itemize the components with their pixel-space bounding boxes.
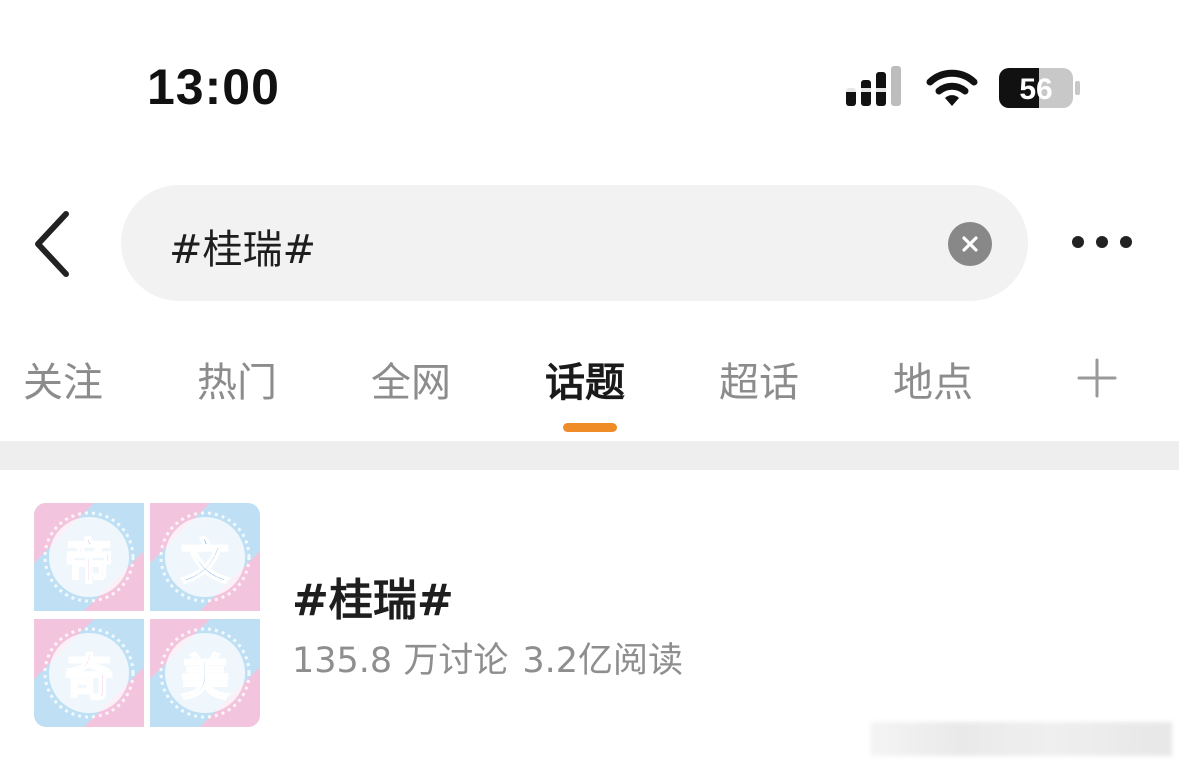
tab-places[interactable]: 地点 <box>893 350 973 408</box>
wifi-icon <box>926 69 978 106</box>
thumbnail-char: 帝 <box>64 533 114 591</box>
discussion-count: 135.8 万讨论 <box>292 641 509 681</box>
plus-icon <box>1077 358 1117 398</box>
more-icon <box>1072 236 1132 248</box>
topic-thumbnail: 帝 文 奇 美 <box>34 503 260 727</box>
signal-icon <box>846 66 901 106</box>
thumbnail-char: 美 <box>180 649 230 707</box>
topic-stats: 135.8 万讨论 3.2亿阅读 <box>292 632 683 683</box>
read-count: 3.2亿阅读 <box>522 641 683 681</box>
thumbnail-tile: 美 <box>150 619 260 727</box>
status-time: 13:00 <box>147 59 280 115</box>
thumbnail-tile: 奇 <box>34 619 144 727</box>
add-tab-button[interactable] <box>1077 358 1117 398</box>
blurred-watermark <box>870 722 1172 756</box>
tab-hot[interactable]: 热门 <box>197 350 277 408</box>
section-divider <box>0 441 1179 470</box>
search-input[interactable]: #桂瑞# <box>121 185 1028 301</box>
back-arrow-icon <box>35 211 69 277</box>
thumbnail-char: 奇 <box>64 649 114 707</box>
tab-topics[interactable]: 话题 <box>545 350 625 408</box>
thumbnail-tile: 文 <box>150 503 260 611</box>
topic-title: #桂瑞# <box>292 575 454 626</box>
clear-button[interactable] <box>948 222 992 266</box>
clear-icon <box>962 236 978 252</box>
tab-all[interactable]: 全网 <box>371 350 451 408</box>
more-button[interactable] <box>1068 232 1136 252</box>
topic-result-card[interactable]: 帝 文 奇 美 #桂瑞# 135.8 万讨论 3.2亿阅读 <box>0 470 1179 765</box>
thumbnail-char: 文 <box>180 533 230 591</box>
battery-icon: 56 <box>999 68 1080 108</box>
battery-level: 56 <box>1019 73 1052 106</box>
tab-super-topics[interactable]: 超话 <box>719 350 799 408</box>
tab-follow[interactable]: 关注 <box>23 350 103 408</box>
active-tab-indicator <box>563 423 617 432</box>
back-button[interactable] <box>28 208 80 280</box>
thumbnail-tile: 帝 <box>34 503 144 611</box>
search-query: #桂瑞# <box>169 227 317 273</box>
